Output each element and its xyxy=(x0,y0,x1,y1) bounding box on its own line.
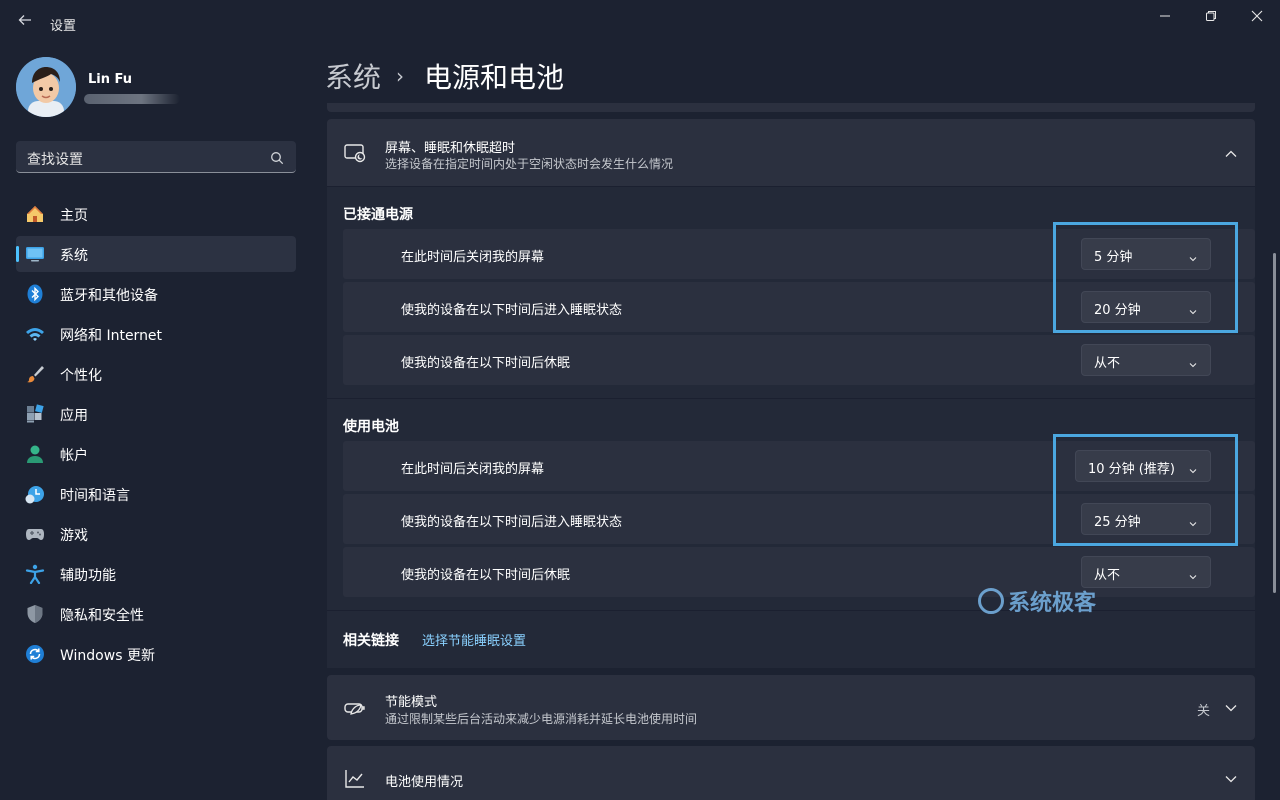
sidebar-item-label: 网络和 Internet xyxy=(60,328,163,344)
sidebar-item-windows-update[interactable]: Windows 更新 xyxy=(16,636,296,672)
chevron-down-icon xyxy=(1188,567,1198,580)
close-icon[interactable] xyxy=(1234,0,1280,32)
battery-usage-title: 电池使用情况 xyxy=(385,775,464,790)
watermark: 系统极客 xyxy=(978,585,1096,617)
plugged-hibernate-dropdown[interactable]: 从不 xyxy=(1081,344,1211,376)
battery-hibernate-dropdown[interactable]: 从不 xyxy=(1081,556,1211,588)
highlight-box-battery xyxy=(1053,434,1238,546)
account-icon xyxy=(25,444,45,464)
energy-saving-sleep-link[interactable]: 选择节能睡眠设置 xyxy=(422,630,526,649)
sidebar-item-home[interactable]: 主页 xyxy=(16,196,296,232)
search-input[interactable]: 查找设置 xyxy=(27,149,83,169)
chevron-up-icon[interactable] xyxy=(1224,146,1238,160)
sidebar-item-label: 系统 xyxy=(60,248,88,264)
apps-icon xyxy=(25,404,45,424)
sidebar-item-gaming[interactable]: 游戏 xyxy=(16,516,296,552)
sidebar-item-label: 游戏 xyxy=(60,528,88,544)
bluetooth-icon xyxy=(25,284,45,304)
sidebar-item-bluetooth[interactable]: 蓝牙和其他设备 xyxy=(16,276,296,312)
screen-sleep-subtitle: 选择设备在指定时间内处于空闲状态时会发生什么情况 xyxy=(385,157,674,171)
sidebar-item-accessibility[interactable]: 辅助功能 xyxy=(16,556,296,592)
plugged-in-heading: 已接通电源 xyxy=(343,207,413,223)
plugged-hibernate-row: 使我的设备在以下时间后休眠 从不 xyxy=(343,335,1255,385)
sidebar-item-accounts[interactable]: 帐户 xyxy=(16,436,296,472)
sidebar-item-personalization[interactable]: 个性化 xyxy=(16,356,296,392)
sidebar-item-apps[interactable]: 应用 xyxy=(16,396,296,432)
screen-sleep-icon xyxy=(343,141,367,165)
sidebar-item-label: 帐户 xyxy=(60,448,88,464)
system-icon xyxy=(25,244,45,264)
battery-usage-card[interactable]: 电池使用情况 xyxy=(327,746,1255,800)
chart-line-icon xyxy=(343,767,367,791)
search-box[interactable]: 查找设置 xyxy=(16,141,296,173)
divider xyxy=(327,398,1255,399)
screen-sleep-title: 屏幕、睡眠和休眠超时 xyxy=(385,141,516,156)
chevron-down-icon[interactable] xyxy=(1224,771,1238,785)
sidebar-item-label: 隐私和安全性 xyxy=(60,608,144,624)
previous-card-edge xyxy=(327,103,1255,112)
dropdown-value: 从不 xyxy=(1094,356,1121,371)
setting-label: 使我的设备在以下时间后进入睡眠状态 xyxy=(401,515,623,530)
back-arrow-icon[interactable] xyxy=(14,12,36,34)
chevron-down-icon xyxy=(1188,355,1198,368)
sidebar-item-system[interactable]: 系统 xyxy=(16,236,296,272)
maximize-icon[interactable] xyxy=(1188,0,1234,32)
chevron-down-icon[interactable] xyxy=(1224,700,1238,714)
related-links-label: 相关链接 xyxy=(343,633,399,649)
battery-heading: 使用电池 xyxy=(343,419,399,435)
scrollbar[interactable] xyxy=(1273,253,1276,593)
app-title: 设置 xyxy=(50,19,77,34)
sidebar-item-privacy[interactable]: 隐私和安全性 xyxy=(16,596,296,632)
energy-saver-card[interactable]: 节能模式 通过限制某些后台活动来减少电源消耗并延长电池使用时间 关 xyxy=(327,675,1255,740)
gamepad-icon xyxy=(25,524,45,544)
dropdown-value: 从不 xyxy=(1094,568,1121,583)
sidebar-item-label: 辅助功能 xyxy=(60,568,116,584)
accessibility-icon xyxy=(25,564,45,585)
page-title: 电源和电池 xyxy=(424,61,565,94)
wifi-icon xyxy=(25,324,45,344)
home-icon xyxy=(25,204,45,224)
user-name: Lin Fu xyxy=(88,72,133,87)
sidebar-item-label: 主页 xyxy=(60,208,88,224)
breadcrumb-separator: › xyxy=(396,64,404,88)
divider xyxy=(327,610,1255,611)
brush-icon xyxy=(25,364,45,384)
watermark-text: 系统极客 xyxy=(1008,591,1097,616)
avatar[interactable] xyxy=(16,57,76,117)
watermark-logo-icon xyxy=(978,588,1004,614)
sidebar-item-time-language[interactable]: 时间和语言 xyxy=(16,476,296,512)
shield-icon xyxy=(25,604,45,624)
setting-label: 使我的设备在以下时间后进入睡眠状态 xyxy=(401,303,623,318)
update-icon xyxy=(25,644,45,664)
energy-saver-icon xyxy=(343,696,367,720)
screen-sleep-card-header[interactable]: 屏幕、睡眠和休眠超时 选择设备在指定时间内处于空闲状态时会发生什么情况 xyxy=(327,119,1255,186)
user-email-redacted xyxy=(84,94,180,104)
battery-hibernate-row: 使我的设备在以下时间后休眠 从不 xyxy=(343,547,1255,597)
setting-label: 在此时间后关闭我的屏幕 xyxy=(401,462,545,477)
time-language-icon xyxy=(25,484,45,504)
sidebar-item-label: Windows 更新 xyxy=(60,648,155,664)
minimize-icon[interactable] xyxy=(1142,0,1188,32)
setting-label: 使我的设备在以下时间后休眠 xyxy=(401,568,571,583)
sidebar-item-label: 蓝牙和其他设备 xyxy=(60,288,158,304)
setting-label: 在此时间后关闭我的屏幕 xyxy=(401,250,545,265)
sidebar-item-network[interactable]: 网络和 Internet xyxy=(16,316,296,352)
breadcrumb-parent[interactable]: 系统 xyxy=(325,56,381,96)
highlight-box-plugged-in xyxy=(1053,222,1238,333)
sidebar-item-label: 应用 xyxy=(60,408,88,424)
setting-label: 使我的设备在以下时间后休眠 xyxy=(401,356,571,371)
energy-saver-title: 节能模式 xyxy=(385,695,438,710)
sidebar-item-label: 时间和语言 xyxy=(60,488,130,504)
energy-saver-subtitle: 通过限制某些后台活动来减少电源消耗并延长电池使用时间 xyxy=(385,712,698,726)
title-bar: 设置 xyxy=(0,0,1280,48)
energy-saver-state: 关 xyxy=(1197,704,1211,719)
search-icon[interactable] xyxy=(270,150,284,165)
sidebar-item-label: 个性化 xyxy=(60,368,102,384)
